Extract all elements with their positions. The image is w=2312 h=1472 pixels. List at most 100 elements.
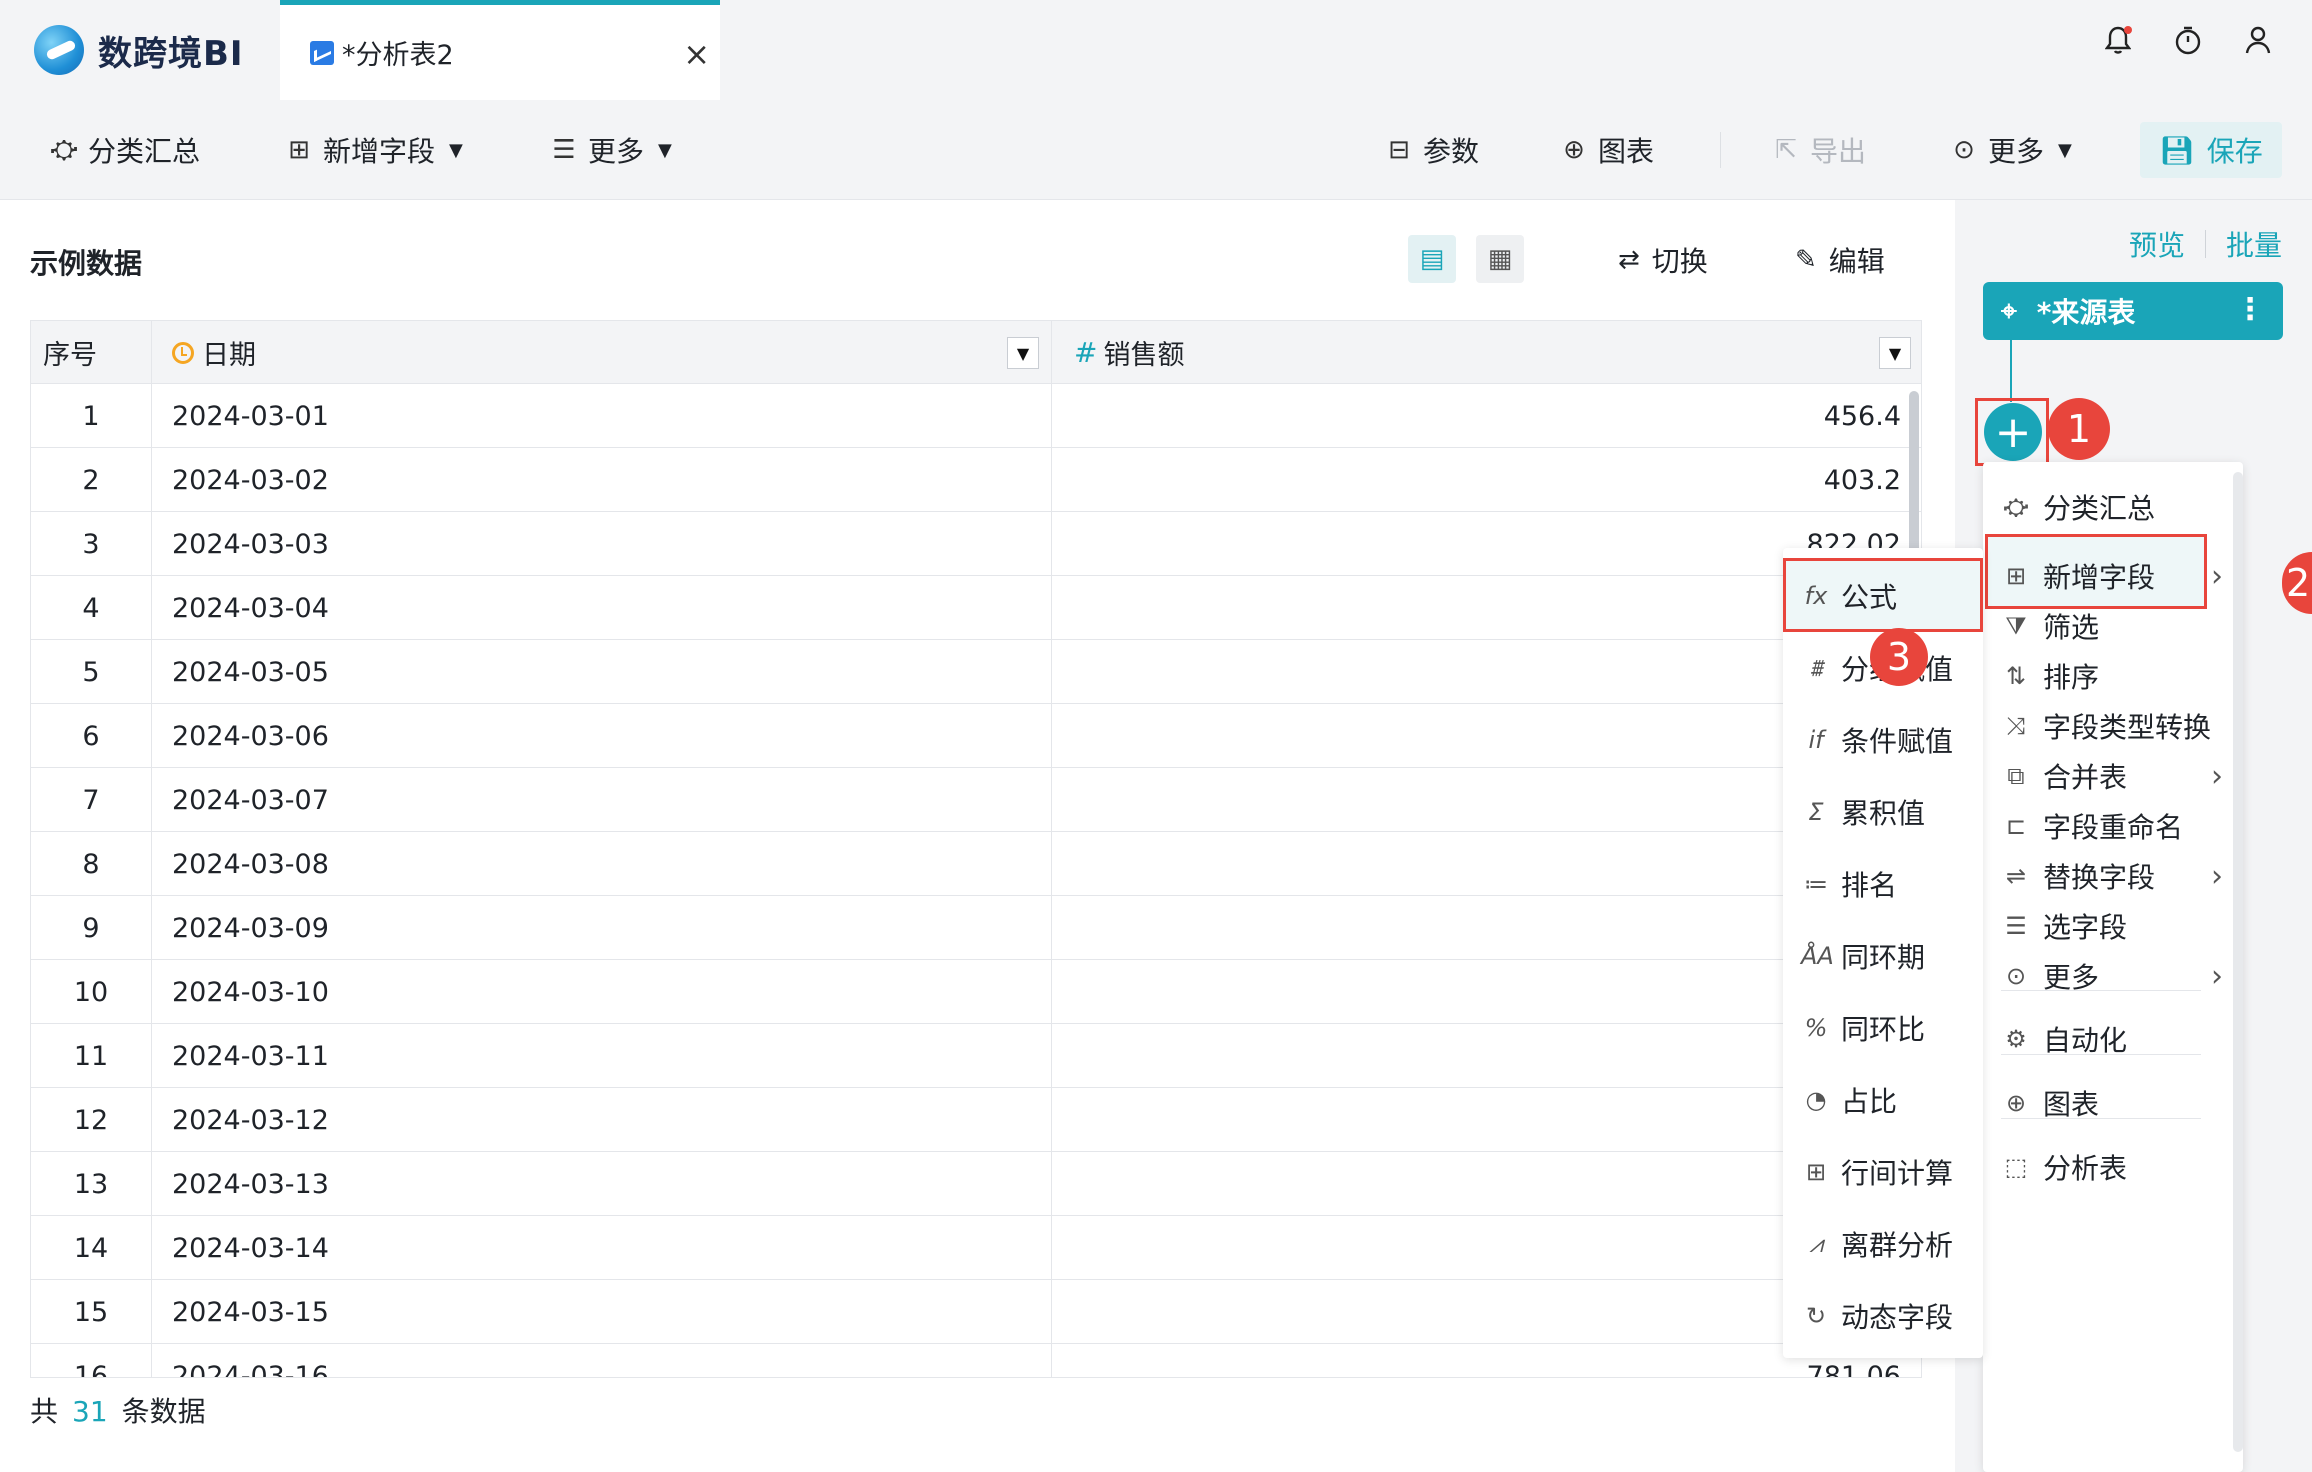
- chevron-right-icon: ›: [2211, 858, 2223, 894]
- table-row[interactable]: 5 2024-03-05: [31, 640, 1921, 704]
- submenu-item-cumulative[interactable]: Σ 累积值: [1783, 776, 1983, 848]
- cell-date[interactable]: 2024-03-12: [151, 1088, 1051, 1152]
- cell-date[interactable]: 2024-03-13: [151, 1152, 1051, 1216]
- table-row[interactable]: 11 2024-03-11: [31, 1024, 1921, 1088]
- submenu-item-if[interactable]: if 条件赋值: [1783, 704, 1983, 776]
- header-date[interactable]: 日期 ▼: [151, 321, 1051, 384]
- menu-item-chart-plus[interactable]: ⊕ 图表: [1983, 1068, 2243, 1138]
- cell-date[interactable]: 2024-03-15: [151, 1280, 1051, 1344]
- menu-item-automation[interactable]: ⚙ 自动化: [1983, 1004, 2243, 1074]
- add-step-button[interactable]: +: [1984, 403, 2042, 461]
- table-row[interactable]: 7 2024-03-07: [31, 768, 1921, 832]
- rename-icon: ⊏: [2005, 812, 2027, 840]
- menu-item-analysis-table[interactable]: ⬚ 分析表: [1983, 1132, 2243, 1202]
- table-row[interactable]: 6 2024-03-06: [31, 704, 1921, 768]
- panel-title: 示例数据: [30, 247, 143, 280]
- cell-sales[interactable]: 456.4: [1051, 384, 1921, 448]
- table-row[interactable]: 2 2024-03-02 403.2: [31, 448, 1921, 512]
- menu-item-more-circle[interactable]: ⊙ 更多 ›: [1983, 941, 2243, 1011]
- tab-close-button[interactable]: ×: [683, 35, 710, 73]
- cell-date[interactable]: 2024-03-16: [151, 1344, 1051, 1377]
- submenu-item-outlier[interactable]: ⩘ 离群分析: [1783, 1208, 1983, 1280]
- header-seq-label: 序号: [43, 340, 97, 371]
- list-icon: ☰: [552, 135, 576, 165]
- table-row[interactable]: 4 2024-03-04: [31, 576, 1921, 640]
- submenu-item-fx[interactable]: fx 公式: [1783, 560, 1983, 632]
- save-button[interactable]: 💾︎ 保存: [2140, 122, 2282, 178]
- cell-date[interactable]: 2024-03-08: [151, 832, 1051, 896]
- switch-button[interactable]: ⇄ 切换: [1618, 240, 1708, 280]
- ratio-icon: %: [1804, 1014, 1828, 1042]
- cell-date[interactable]: 2024-03-07: [151, 768, 1051, 832]
- select-fields-icon: ☰: [2005, 912, 2027, 940]
- cell-date[interactable]: 2024-03-03: [151, 512, 1051, 576]
- more-left-dropdown[interactable]: ☰ 更多 ▼: [550, 128, 672, 172]
- cell-date[interactable]: 2024-03-06: [151, 704, 1051, 768]
- table-header: 序号 日期 ▼ # 销售额 ▼: [31, 321, 1921, 384]
- cell-date[interactable]: 2024-03-04: [151, 576, 1051, 640]
- add-column-icon: ⊞: [288, 135, 310, 165]
- header-sales[interactable]: # 销售额 ▼: [1051, 321, 1921, 384]
- sales-column-dropdown[interactable]: ▼: [1879, 337, 1911, 369]
- export-button[interactable]: ⇱ 导出: [1772, 128, 1866, 172]
- params-button[interactable]: ⊟ 参数: [1385, 128, 1479, 172]
- table-row[interactable]: 15 2024-03-15: [31, 1280, 1921, 1344]
- batch-link[interactable]: 批量: [2226, 224, 2282, 264]
- cell-date[interactable]: 2024-03-02: [151, 448, 1051, 512]
- table-row[interactable]: 10 2024-03-10: [31, 960, 1921, 1024]
- step-badge-1: 1: [2048, 398, 2110, 460]
- cell-sales[interactable]: 403.2: [1051, 448, 1921, 512]
- cell-date[interactable]: 2024-03-05: [151, 640, 1051, 704]
- flow-connector: [2010, 340, 2012, 402]
- cell-date[interactable]: 2024-03-14: [151, 1216, 1051, 1280]
- link-divider: [2204, 230, 2206, 258]
- edit-button[interactable]: ✎ 编辑: [1795, 240, 1885, 280]
- tab-analysis[interactable]: *分析表2 ×: [280, 0, 720, 100]
- fx-icon: fx: [1804, 582, 1828, 610]
- table-row[interactable]: 1 2024-03-01 456.4: [31, 384, 1921, 448]
- grid-view-button[interactable]: ▦: [1476, 235, 1524, 283]
- group-summary-button[interactable]: ⛮ 分类汇总: [50, 128, 200, 172]
- timer-icon[interactable]: [2172, 22, 2204, 58]
- cell-date[interactable]: 2024-03-01: [151, 384, 1051, 448]
- more-left-label: 更多: [588, 135, 645, 168]
- cell-date[interactable]: 2024-03-10: [151, 960, 1051, 1024]
- cell-seq: 9: [82, 912, 100, 944]
- cell-date[interactable]: 2024-03-11: [151, 1024, 1051, 1088]
- menu-item-label: 字段类型转换: [2043, 711, 2212, 744]
- submenu-item-row-calc[interactable]: ⊞ 行间计算: [1783, 1136, 1983, 1208]
- cell-date[interactable]: 2024-03-09: [151, 896, 1051, 960]
- export-label: 导出: [1810, 135, 1867, 168]
- table-view-button[interactable]: ▤: [1408, 235, 1456, 283]
- node-more-icon[interactable]: ⋮: [2235, 292, 2265, 327]
- source-table-node[interactable]: ⌖ *来源表 ⋮: [1983, 282, 2283, 340]
- submenu-item-dynamic[interactable]: ↻ 动态字段: [1783, 1280, 1983, 1352]
- table-row[interactable]: 12 2024-03-12: [31, 1088, 1921, 1152]
- chart-button[interactable]: ⊕ 图表: [1560, 128, 1654, 172]
- table-row[interactable]: 13 2024-03-13: [31, 1152, 1921, 1216]
- add-field-dropdown[interactable]: ⊞ 新增字段 ▼: [285, 128, 463, 172]
- submenu-item-period[interactable]: ÅA 同环期: [1783, 920, 1983, 992]
- row-count: 共 31 条数据: [30, 1390, 206, 1430]
- submenu-item-ratio[interactable]: % 同环比: [1783, 992, 1983, 1064]
- table-row[interactable]: 8 2024-03-08: [31, 832, 1921, 896]
- cell-seq: 12: [73, 1104, 109, 1136]
- more-right-dropdown[interactable]: ⊙ 更多 ▼: [1950, 128, 2072, 172]
- step-badge-3: 3: [1870, 628, 1928, 686]
- submenu-item-label: 同环期: [1841, 941, 1926, 974]
- save-icon: 💾︎: [2159, 133, 2195, 167]
- date-column-dropdown[interactable]: ▼: [1007, 337, 1039, 369]
- header-seq: 序号: [31, 321, 151, 384]
- cumulative-icon: Σ: [1808, 798, 1824, 826]
- user-icon[interactable]: [2242, 22, 2274, 58]
- table-row[interactable]: 3 2024-03-03 822.02: [31, 512, 1921, 576]
- app-logo: 数跨境BI: [0, 0, 280, 100]
- bell-icon[interactable]: [2102, 22, 2134, 58]
- table-row[interactable]: 14 2024-03-14: [31, 1216, 1921, 1280]
- submenu-item-rank[interactable]: ≔ 排名: [1783, 848, 1983, 920]
- table-row[interactable]: 9 2024-03-09: [31, 896, 1921, 960]
- menu-item-hierarchy[interactable]: ⛮ 分类汇总: [1983, 472, 2243, 542]
- preview-link[interactable]: 预览: [2129, 224, 2185, 264]
- submenu-item-pie[interactable]: ◔ 占比: [1783, 1064, 1983, 1136]
- table-row[interactable]: 16 2024-03-16 781.06: [31, 1344, 1921, 1377]
